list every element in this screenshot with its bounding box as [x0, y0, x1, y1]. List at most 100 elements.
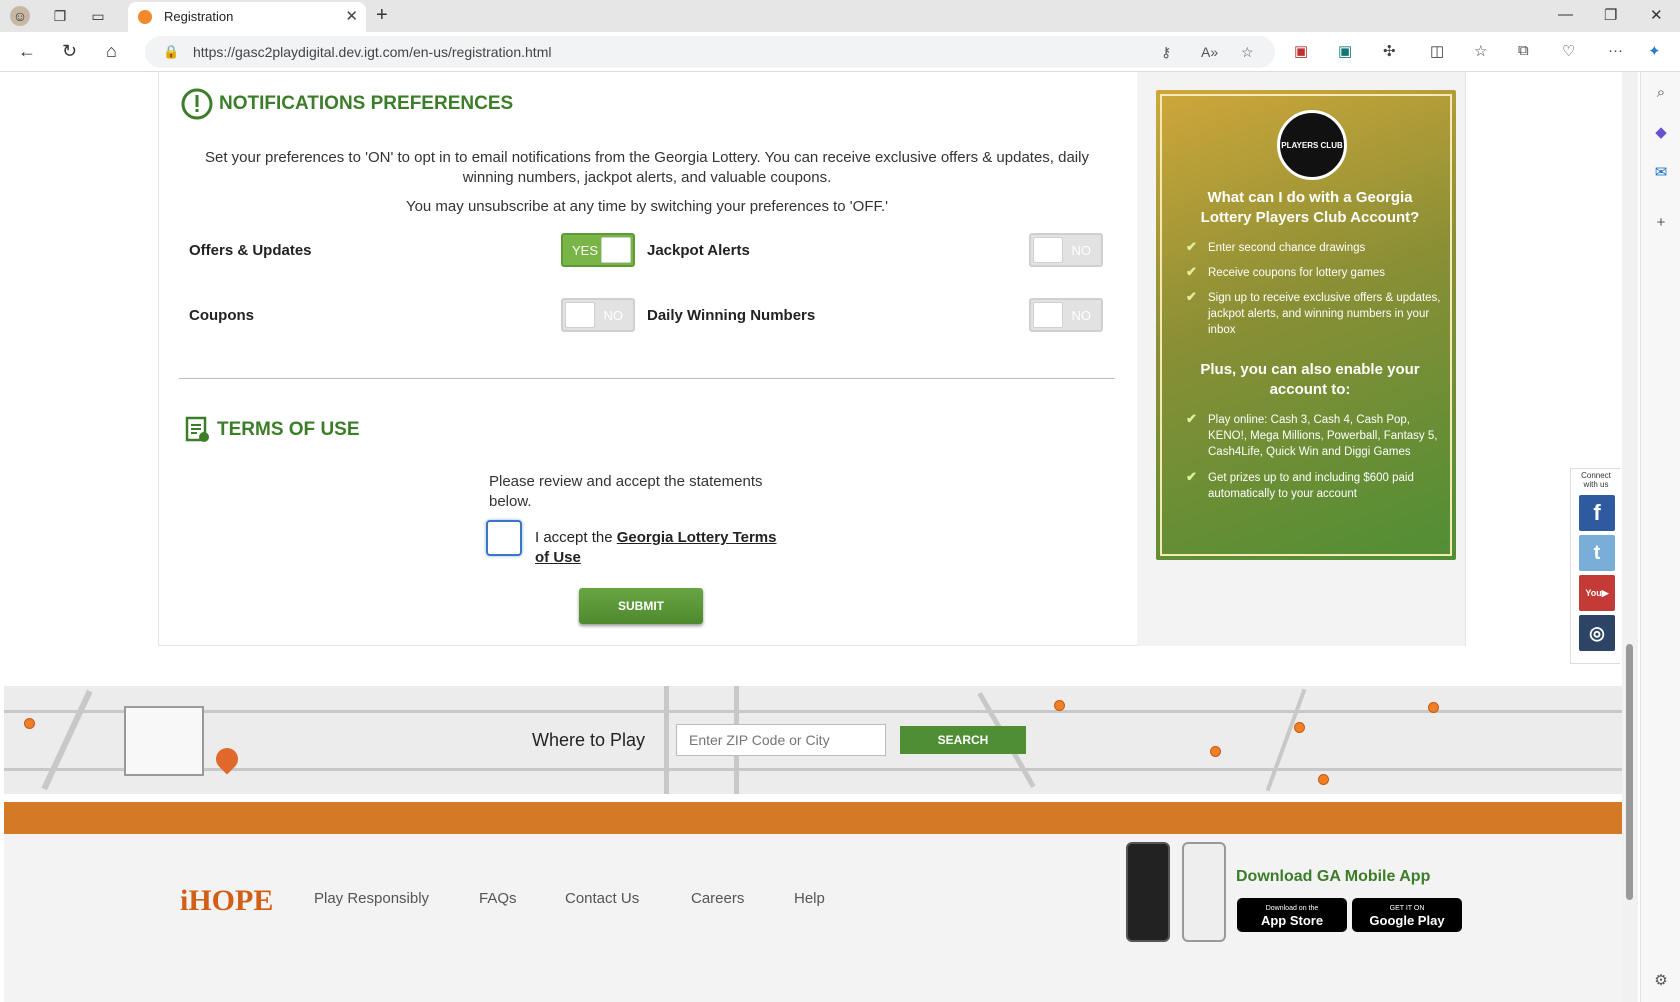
accept-terms-label[interactable]: I accept the Georgia Lottery Terms of Us…	[535, 528, 785, 568]
performance-icon[interactable]: ♡	[1562, 42, 1575, 60]
facebook-icon[interactable]: f	[1579, 495, 1615, 531]
terms-review-text: Please review and accept the statements …	[489, 473, 763, 510]
promo-item: ✔ Get prizes up to and including $600 pai…	[1186, 469, 1442, 502]
footer-link-help[interactable]: Help	[794, 890, 825, 907]
search-button[interactable]: SEARCH	[900, 726, 1026, 754]
players-club-logo: PLAYERS CLUB	[1277, 110, 1347, 180]
toggle-state: NO	[1071, 308, 1092, 323]
back-icon[interactable]: ←	[18, 41, 36, 62]
add-icon[interactable]: +	[1651, 212, 1671, 232]
youtube-icon[interactable]: You▶	[1579, 575, 1615, 611]
map-marker-icon	[1054, 700, 1065, 711]
url-field[interactable]: 🔒 https://gasc2playdigital.dev.igt.com/e…	[145, 36, 1275, 68]
instagram-icon[interactable]: ◎	[1579, 615, 1615, 651]
toggle-knob	[565, 302, 595, 328]
lock-icon[interactable]: 🔒	[163, 44, 179, 60]
tab-title: Registration	[164, 9, 234, 24]
footer-link-faqs[interactable]: FAQs	[479, 890, 517, 907]
map-marker-icon	[1428, 702, 1439, 713]
promo-item-text: Sign up to receive exclusive offers & up…	[1208, 292, 1441, 336]
url-text[interactable]: https://gasc2playdigital.dev.igt.com/en-…	[193, 44, 551, 60]
outlook-icon[interactable]: ✉	[1651, 162, 1671, 182]
terms-header: TERMS OF USE	[185, 416, 360, 444]
tab-actions-icon[interactable]: ▭	[88, 6, 108, 26]
restore-button[interactable]: ❐	[1604, 6, 1617, 24]
map-marker-icon	[1318, 774, 1329, 785]
map-road	[1265, 688, 1307, 792]
exclamation-icon	[181, 88, 213, 120]
page-scrollbar[interactable]	[1622, 72, 1638, 1002]
map-marker-icon	[1294, 722, 1305, 733]
submit-button[interactable]: SUBMIT	[579, 588, 703, 624]
ihope-logo[interactable]: iHOPE	[180, 884, 273, 918]
promo-item-text: Get prizes up to and including $600 paid…	[1208, 472, 1414, 500]
google-play-label: Google Play	[1369, 913, 1445, 928]
daily-numbers-toggle[interactable]: NO	[1029, 298, 1103, 332]
search-icon[interactable]: ⌕	[1651, 82, 1671, 102]
favorites-icon[interactable]: ☆	[1474, 42, 1487, 60]
close-window-button[interactable]: ✕	[1650, 6, 1663, 24]
pref-label-daily: Daily Winning Numbers	[647, 307, 816, 324]
check-icon: ✔	[1186, 411, 1197, 426]
promo-item-text: Play online: Cash 3, Cash 4, Cash Pop, K…	[1208, 414, 1438, 458]
workspaces-icon[interactable]: ❐	[50, 6, 70, 26]
refresh-icon[interactable]: ↻	[62, 41, 77, 62]
connect-with-us: Connect with us f t You▶ ◎	[1570, 468, 1620, 664]
extensions-puzzle-icon[interactable]: ✣	[1383, 42, 1396, 60]
jackpot-toggle[interactable]: NO	[1029, 233, 1103, 267]
coupons-toggle[interactable]: NO	[561, 298, 635, 332]
notifications-heading: NOTIFICATIONS PREFERENCES	[219, 93, 514, 114]
promo-item: ✔ Play online: Cash 3, Cash 4, Cash Pop, …	[1186, 411, 1442, 460]
profile-avatar[interactable]: ☺	[10, 6, 30, 26]
pref-label-coupons: Coupons	[189, 307, 254, 324]
phone-illustration	[1182, 842, 1226, 942]
minimize-button[interactable]: —	[1558, 6, 1573, 23]
copilot-icon[interactable]: ✦	[1648, 42, 1661, 60]
footer-link-careers[interactable]: Careers	[691, 890, 744, 907]
read-aloud-icon[interactable]: A»	[1201, 44, 1218, 60]
favorite-star-icon[interactable]: ☆	[1241, 44, 1254, 61]
extension-icon[interactable]: ▣	[1294, 42, 1308, 60]
app-store-badge[interactable]: Download on the App Store	[1237, 898, 1347, 932]
scrollbar-thumb[interactable]	[1626, 644, 1633, 900]
map-road	[664, 686, 669, 794]
copilot-app-icon[interactable]: ◆	[1651, 122, 1671, 142]
key-icon[interactable]: ⚷	[1161, 44, 1171, 61]
browser-tab[interactable]: Registration ✕	[128, 2, 366, 32]
check-icon: ✔	[1186, 264, 1197, 279]
google-play-badge[interactable]: GET IT ON Google Play	[1352, 898, 1462, 932]
pref-label-offers: Offers & Updates	[189, 242, 312, 259]
promo-subheading: Plus, you can also enable your account t…	[1200, 361, 1420, 398]
split-screen-icon[interactable]: ◫	[1430, 42, 1444, 60]
browser-sidebar: ⌕ ◆ ✉ + ⚙	[1640, 72, 1680, 1002]
check-icon: ✔	[1186, 469, 1197, 484]
favicon-icon	[138, 10, 152, 24]
zip-search-input[interactable]	[676, 724, 886, 756]
settings-gear-icon[interactable]: ⚙	[1651, 970, 1671, 990]
footer-link-contact-us[interactable]: Contact Us	[565, 890, 639, 907]
document-check-icon	[185, 416, 209, 442]
home-icon[interactable]: ⌂	[106, 41, 117, 62]
extension-icon[interactable]: ▣	[1338, 42, 1352, 60]
map-marker-icon	[24, 718, 35, 729]
more-menu-icon[interactable]: ···	[1608, 42, 1623, 59]
offers-toggle[interactable]: YES	[561, 233, 635, 267]
accept-terms-checkbox[interactable]	[486, 520, 522, 556]
twitter-icon[interactable]: t	[1579, 535, 1615, 571]
where-to-play-label: Where to Play	[532, 730, 646, 750]
map-road	[4, 768, 1622, 771]
address-bar-row: ← ↻ ⌂ 🔒 https://gasc2playdigital.dev.igt…	[0, 32, 1680, 72]
promo-border: PLAYERS CLUB What can I do with a Georgi…	[1160, 94, 1452, 556]
connect-label: Connect with us	[1581, 471, 1611, 489]
players-club-promo: PLAYERS CLUB What can I do with a Georgi…	[1156, 90, 1456, 560]
new-tab-button[interactable]: +	[376, 4, 388, 27]
promo-heading: What can I do with a Georgia Lottery Pla…	[1200, 189, 1420, 226]
toggle-state: YES	[572, 243, 599, 258]
footer-link-play-responsibly[interactable]: Play Responsibly	[314, 890, 429, 907]
close-tab-icon[interactable]: ✕	[345, 7, 358, 25]
map-road	[41, 689, 93, 791]
promo-item: ✔ Enter second chance drawings	[1186, 239, 1442, 256]
where-to-play-map: Where to Play SEARCH	[4, 686, 1622, 794]
phone-illustration	[1126, 842, 1170, 942]
collections-icon[interactable]: ⧉	[1518, 42, 1529, 59]
